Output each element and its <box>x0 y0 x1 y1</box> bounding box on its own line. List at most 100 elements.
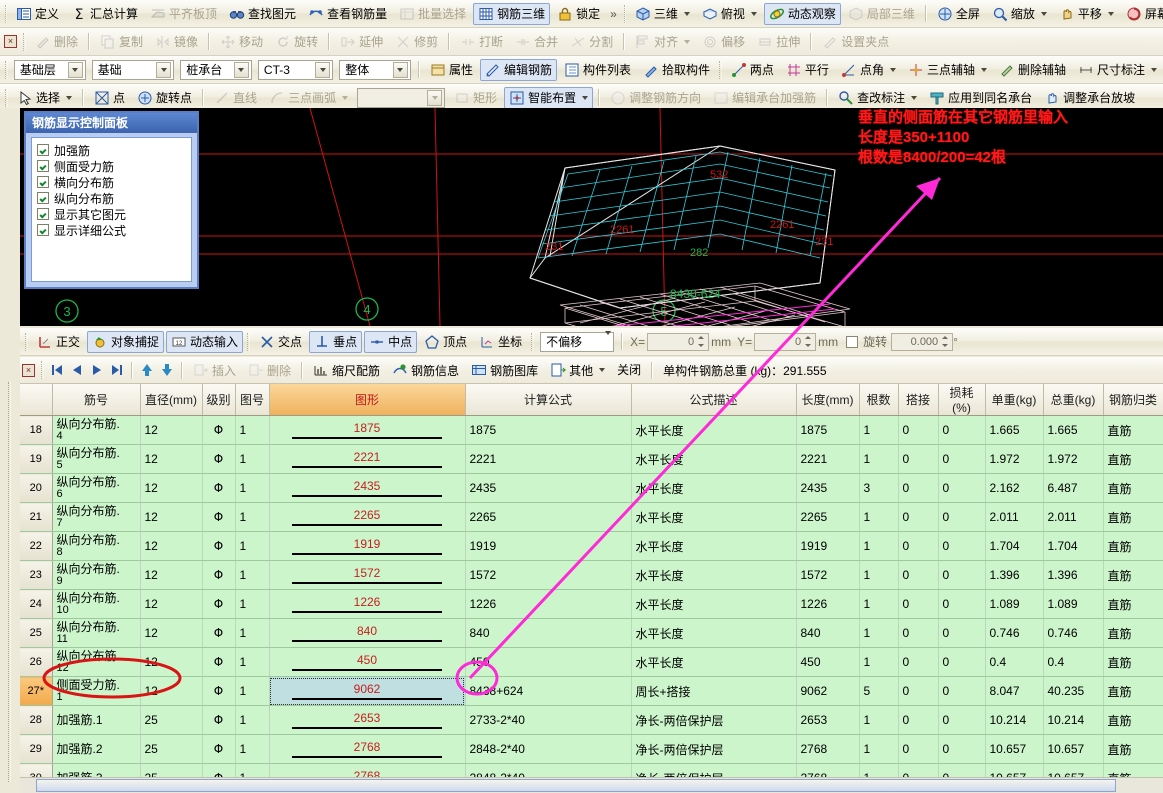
checkbox[interactable] <box>37 160 49 172</box>
toolbar-button-vertex[interactable]: 顶点 <box>419 331 472 353</box>
table-row[interactable]: 27* 侧面受力筋. 1 12 Φ 1 9062 8438+624 周长+搭接 9062 5 0 0 8.… <box>20 676 1163 706</box>
cell-shape[interactable]: 1226 <box>269 589 466 619</box>
cell-name[interactable]: 加强筋.1 <box>52 705 141 735</box>
cell-level[interactable]: Φ <box>202 676 236 706</box>
cell-shape[interactable]: 2435 <box>269 473 466 503</box>
toolbar-button-screen-rotate[interactable]: 屏幕旋转 <box>1121 3 1163 25</box>
column-header-figno[interactable]: 图号 <box>235 384 270 416</box>
cell-loss[interactable]: 0 <box>938 560 986 590</box>
chevron-down-icon[interactable] <box>392 61 408 78</box>
last-record-icon[interactable] <box>107 360 127 380</box>
rebar-display-control-panel[interactable]: 钢筋显示控制面板 加强筋 侧面受力筋 横向分布筋 纵向分布筋 显示其它图元 显示详细公式 <box>24 111 199 289</box>
toolbar-button-rotate-point[interactable]: 旋转点 <box>132 87 197 109</box>
cell-formula[interactable]: 2221 <box>465 444 632 474</box>
move-up-icon[interactable] <box>137 360 157 380</box>
column-header-name[interactable]: 筋号 <box>52 384 141 416</box>
cell-figno[interactable]: 1 <box>235 647 270 677</box>
cell-figno[interactable]: 1 <box>235 531 270 561</box>
toolbar-button-dimension[interactable]: 尺寸标注 <box>1073 59 1162 81</box>
cell-loss[interactable]: 0 <box>938 415 986 445</box>
cell-lap[interactable]: 0 <box>898 589 939 619</box>
cell-idx[interactable]: 26 <box>20 647 53 677</box>
chevron-down-icon[interactable] <box>980 67 987 72</box>
scrollbar-thumb[interactable] <box>36 779 1116 792</box>
cell-formula[interactable]: 2733-2*40 <box>465 705 632 735</box>
cell-loss[interactable]: 0 <box>938 473 986 503</box>
cell-lap[interactable]: 0 <box>898 734 939 764</box>
cell-length[interactable]: 2768 <box>796 734 860 764</box>
rebar-display-checkbox-row[interactable]: 侧面受力筋 <box>37 158 186 174</box>
cell-desc[interactable]: 水平长度 <box>631 502 797 532</box>
toolbar-grip[interactable] <box>719 60 722 79</box>
cell-count[interactable]: 1 <box>859 589 899 619</box>
cell-formula[interactable]: 2848-2*40 <box>465 763 632 777</box>
cell-dia[interactable]: 25 <box>140 705 203 735</box>
cell-unitw[interactable]: 1.704 <box>985 531 1044 561</box>
column-header-loss[interactable]: 损耗(%) <box>938 384 986 416</box>
cell-totalw[interactable]: 1.665 <box>1043 415 1104 445</box>
cell-unitw[interactable]: 2.162 <box>985 473 1044 503</box>
column-header-unitw[interactable]: 单重(kg) <box>985 384 1044 416</box>
toolbar-button-dynamic-input[interactable]: 12 动态输入 <box>166 330 244 353</box>
cell-formula[interactable]: 840 <box>465 618 632 648</box>
cell-level[interactable]: Φ <box>202 560 236 590</box>
cell-level[interactable]: Φ <box>202 734 236 764</box>
cell-desc[interactable]: 水平长度 <box>631 415 797 445</box>
checkbox[interactable] <box>37 208 49 220</box>
cell-loss[interactable]: 0 <box>938 589 986 619</box>
cell-shape[interactable]: 840 <box>269 618 466 648</box>
cell-figno[interactable]: 1 <box>235 763 270 777</box>
cell-lap[interactable]: 0 <box>898 560 939 590</box>
table-row[interactable]: 24 纵向分布筋. 10 12 Φ 1 1226 1226 水平长度 1226 1 0 0 1.089 1.… <box>20 589 1163 619</box>
cell-length[interactable]: 840 <box>796 618 860 648</box>
toolbar-button-rebar-library[interactable]: 钢筋图库 <box>466 359 543 381</box>
cell-idx[interactable]: 22 <box>20 531 53 561</box>
cell-length[interactable]: 2435 <box>796 473 860 503</box>
cell-unitw[interactable]: 1.665 <box>985 415 1044 445</box>
toolbar-button-edit-rebar[interactable]: 编辑钢筋 <box>479 58 557 81</box>
toolbar-button-apply-same-cap[interactable]: 应用到同名承台 <box>924 87 1037 109</box>
toolbar-button-coordinate[interactable]: 坐标 <box>474 331 527 353</box>
toolbar-button-two-point[interactable]: 两点 <box>726 59 779 81</box>
cell-dia[interactable]: 12 <box>140 444 203 474</box>
cell-unitw[interactable]: 1.972 <box>985 444 1044 474</box>
cell-shape[interactable]: 1875 <box>269 415 466 445</box>
toolbar-button-lock[interactable]: 锁定 <box>552 3 605 25</box>
toolbar-button-cube[interactable]: 三维 <box>630 3 695 25</box>
cell-count[interactable]: 1 <box>859 531 899 561</box>
cell-idx[interactable]: 18 <box>20 415 53 445</box>
toolbar-button-zoom[interactable]: 缩放 <box>987 3 1052 25</box>
close-icon[interactable]: × <box>4 35 17 48</box>
column-header-lap[interactable]: 搭接 <box>898 384 939 416</box>
close-icon[interactable]: × <box>22 363 35 377</box>
cell-idx[interactable]: 21 <box>20 502 53 532</box>
chevron-down-icon[interactable] <box>889 67 896 72</box>
cell-lap[interactable]: 0 <box>898 473 939 503</box>
toolbar-button-point-angle[interactable]: 点角 <box>836 59 901 81</box>
cell-level[interactable]: Φ <box>202 473 236 503</box>
cell-desc[interactable]: 周长+搭接 <box>631 676 797 706</box>
cell-cls[interactable]: 直筋 <box>1103 705 1163 735</box>
chevron-down-icon[interactable] <box>599 368 606 372</box>
cell-formula[interactable]: 1226 <box>465 589 632 619</box>
cell-desc[interactable]: 净长-两倍保护层 <box>631 734 797 764</box>
toolbar-button-three-point-axis[interactable]: 三点辅轴 <box>903 59 992 81</box>
cell-formula[interactable]: 450 <box>465 647 632 677</box>
cell-cls[interactable]: 直筋 <box>1103 647 1163 677</box>
chevron-down-icon[interactable] <box>67 61 83 78</box>
cell-shape[interactable]: 2653 <box>269 705 466 735</box>
cell-loss[interactable]: 0 <box>938 618 986 648</box>
cell-idx[interactable]: 27* <box>20 676 53 706</box>
cell-count[interactable]: 1 <box>859 705 899 735</box>
cell-shape[interactable]: 2768 <box>269 734 466 764</box>
next-record-icon[interactable] <box>87 360 107 380</box>
rebar-display-checkbox-row[interactable]: 显示详细公式 <box>37 222 186 238</box>
cell-cls[interactable]: 直筋 <box>1103 415 1163 445</box>
cell-cls[interactable]: 直筋 <box>1103 734 1163 764</box>
cell-dia[interactable]: 25 <box>140 763 203 777</box>
cell-name[interactable]: 纵向分布筋. 11 <box>52 618 141 648</box>
cell-lap[interactable]: 0 <box>898 763 939 777</box>
column-header-count[interactable]: 根数 <box>859 384 899 416</box>
cell-name[interactable]: 纵向分布筋. 6 <box>52 473 141 503</box>
cell-count[interactable]: 3 <box>859 473 899 503</box>
